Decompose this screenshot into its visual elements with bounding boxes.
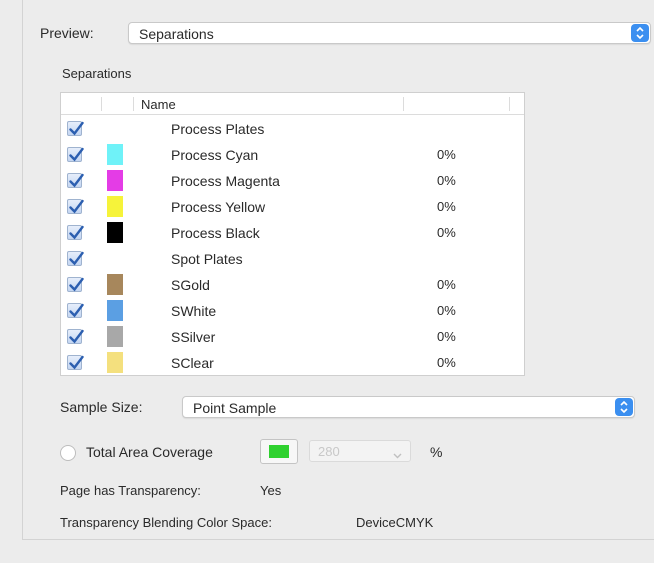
separation-name: Process Magenta [171,173,280,189]
separation-name: SSilver [171,329,216,345]
color-swatch [107,326,123,347]
up-down-stepper-icon [631,24,649,42]
visibility-checkbox[interactable] [67,355,84,370]
sample-size-popup[interactable]: Point Sample [182,396,635,418]
separation-name: Process Plates [171,121,265,137]
color-swatch [107,170,123,191]
blending-space-info: Transparency Blending Color Space: Devic… [60,515,433,530]
separation-name: Process Cyan [171,147,259,163]
color-swatch [107,352,123,373]
column-divider [101,97,102,111]
visibility-checkbox[interactable] [67,225,84,240]
table-row[interactable]: Process Plates [61,116,524,142]
checkmark-icon [69,303,84,318]
separation-percent: 0% [437,277,456,292]
transparency-info: Page has Transparency: Yes [60,483,281,498]
color-swatch [107,196,123,217]
table-header: Name [61,93,524,115]
visibility-checkbox[interactable] [67,251,84,266]
color-swatch [107,222,123,243]
table-row[interactable]: SSilver 0% [61,324,524,350]
separation-percent: 0% [437,355,456,370]
checkmark-icon [69,277,84,292]
column-divider [403,97,404,111]
separation-percent: 0% [437,329,456,344]
table-row[interactable]: Process Black 0% [61,220,524,246]
color-swatch [107,144,123,165]
preview-value: Separations [139,26,214,42]
table-row[interactable]: Process Cyan 0% [61,142,524,168]
checkmark-icon [69,329,84,344]
visibility-checkbox[interactable] [67,303,84,318]
total-area-coverage-checkbox[interactable] [60,445,76,461]
coverage-color-swatch[interactable] [260,439,298,464]
checkmark-icon [69,225,84,240]
color-swatch [107,274,123,295]
table-row[interactable]: SClear 0% [61,350,524,375]
separation-name: SGold [171,277,210,293]
preview-label: Preview: [40,25,94,41]
checkmark-icon [69,121,84,136]
checkmark-icon [69,173,84,188]
separation-name: Spot Plates [171,251,243,267]
separation-percent: 0% [437,199,456,214]
table-row[interactable]: Process Magenta 0% [61,168,524,194]
separations-section-label: Separations [62,66,132,81]
transparency-label: Page has Transparency: [60,483,201,498]
separation-percent: 0% [437,303,456,318]
visibility-checkbox[interactable] [67,173,84,188]
coverage-color-fill [269,445,289,458]
separations-table: Name Process Plates Process Cyan 0% Process… [60,92,525,376]
sample-size-value: Point Sample [193,400,277,416]
column-divider [133,97,134,111]
separation-name: SWhite [171,303,217,319]
checkmark-icon [69,251,84,266]
separation-percent: 0% [437,225,456,240]
visibility-checkbox[interactable] [67,121,84,136]
table-row[interactable]: SGold 0% [61,272,524,298]
sample-size-label: Sample Size: [60,399,143,415]
total-area-coverage-label: Total Area Coverage [86,444,213,460]
up-down-stepper-icon [615,398,633,416]
visibility-checkbox[interactable] [67,147,84,162]
column-divider [509,97,510,111]
separation-percent: 0% [437,147,456,162]
chevron-down-icon [393,447,402,462]
visibility-checkbox[interactable] [67,329,84,344]
checkmark-icon [69,355,84,370]
coverage-value-combo[interactable]: 280 [309,440,411,462]
separation-name: SClear [171,355,214,371]
table-row[interactable]: Spot Plates [61,246,524,272]
separation-name: Process Black [171,225,260,241]
visibility-checkbox[interactable] [67,277,84,292]
table-row[interactable]: Process Yellow 0% [61,194,524,220]
preview-popup[interactable]: Separations [128,22,651,44]
blending-space-value: DeviceCMYK [356,515,434,530]
checkmark-icon [69,147,84,162]
transparency-value: Yes [260,483,282,498]
table-row[interactable]: SWhite 0% [61,298,524,324]
color-swatch [107,300,123,321]
name-column-header[interactable]: Name [141,97,176,112]
blending-space-label: Transparency Blending Color Space: [60,515,272,530]
checkmark-icon [69,199,84,214]
coverage-unit: % [430,444,443,460]
coverage-value: 280 [318,444,340,459]
visibility-checkbox[interactable] [67,199,84,214]
separation-name: Process Yellow [171,199,266,215]
separation-percent: 0% [437,173,456,188]
